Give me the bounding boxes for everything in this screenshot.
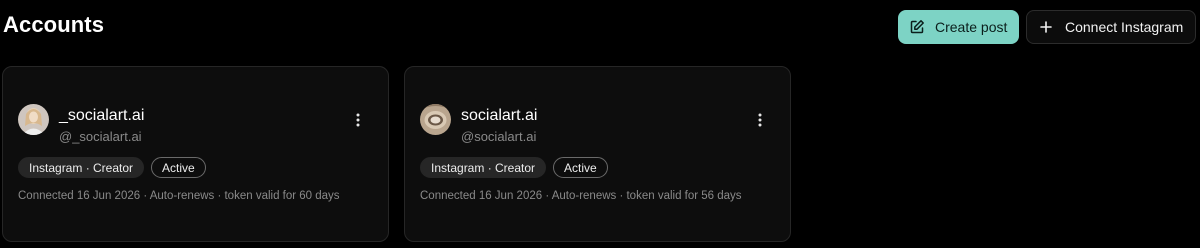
create-post-label: Create post: [935, 19, 1008, 35]
account-type-badge: Instagram · Creator: [420, 157, 547, 178]
avatar: [18, 104, 49, 135]
account-card: socialart.ai @socialart.ai Instagram · C…: [404, 66, 791, 242]
status-badge: Active: [553, 157, 608, 178]
account-name: _socialart.ai: [59, 107, 145, 124]
connection-info: Connected 16 Jun 2026 · Auto-renews · to…: [18, 190, 340, 202]
connect-instagram-button[interactable]: Connect Instagram: [1026, 10, 1196, 44]
accounts-page: Accounts Create post Connect Instagram _…: [0, 0, 1200, 248]
more-options-icon[interactable]: [351, 111, 365, 129]
account-name: socialart.ai: [461, 107, 538, 124]
avatar: [420, 104, 451, 135]
create-post-button[interactable]: Create post: [898, 10, 1019, 44]
account-card: _socialart.ai @_socialart.ai Instagram ·…: [2, 66, 389, 242]
badge-row: Instagram · Creator Active: [420, 157, 608, 178]
edit-icon: [909, 19, 925, 35]
more-options-icon[interactable]: [753, 111, 767, 129]
account-handle: @_socialart.ai: [59, 129, 142, 144]
connection-info: Connected 16 Jun 2026 · Auto-renews · to…: [420, 190, 742, 202]
account-handle: @socialart.ai: [461, 129, 537, 144]
connect-instagram-label: Connect Instagram: [1065, 19, 1184, 35]
status-badge: Active: [151, 157, 206, 178]
account-type-badge: Instagram · Creator: [18, 157, 145, 178]
page-title: Accounts: [3, 12, 105, 37]
badge-row: Instagram · Creator Active: [18, 157, 206, 178]
plus-icon: [1039, 20, 1053, 34]
